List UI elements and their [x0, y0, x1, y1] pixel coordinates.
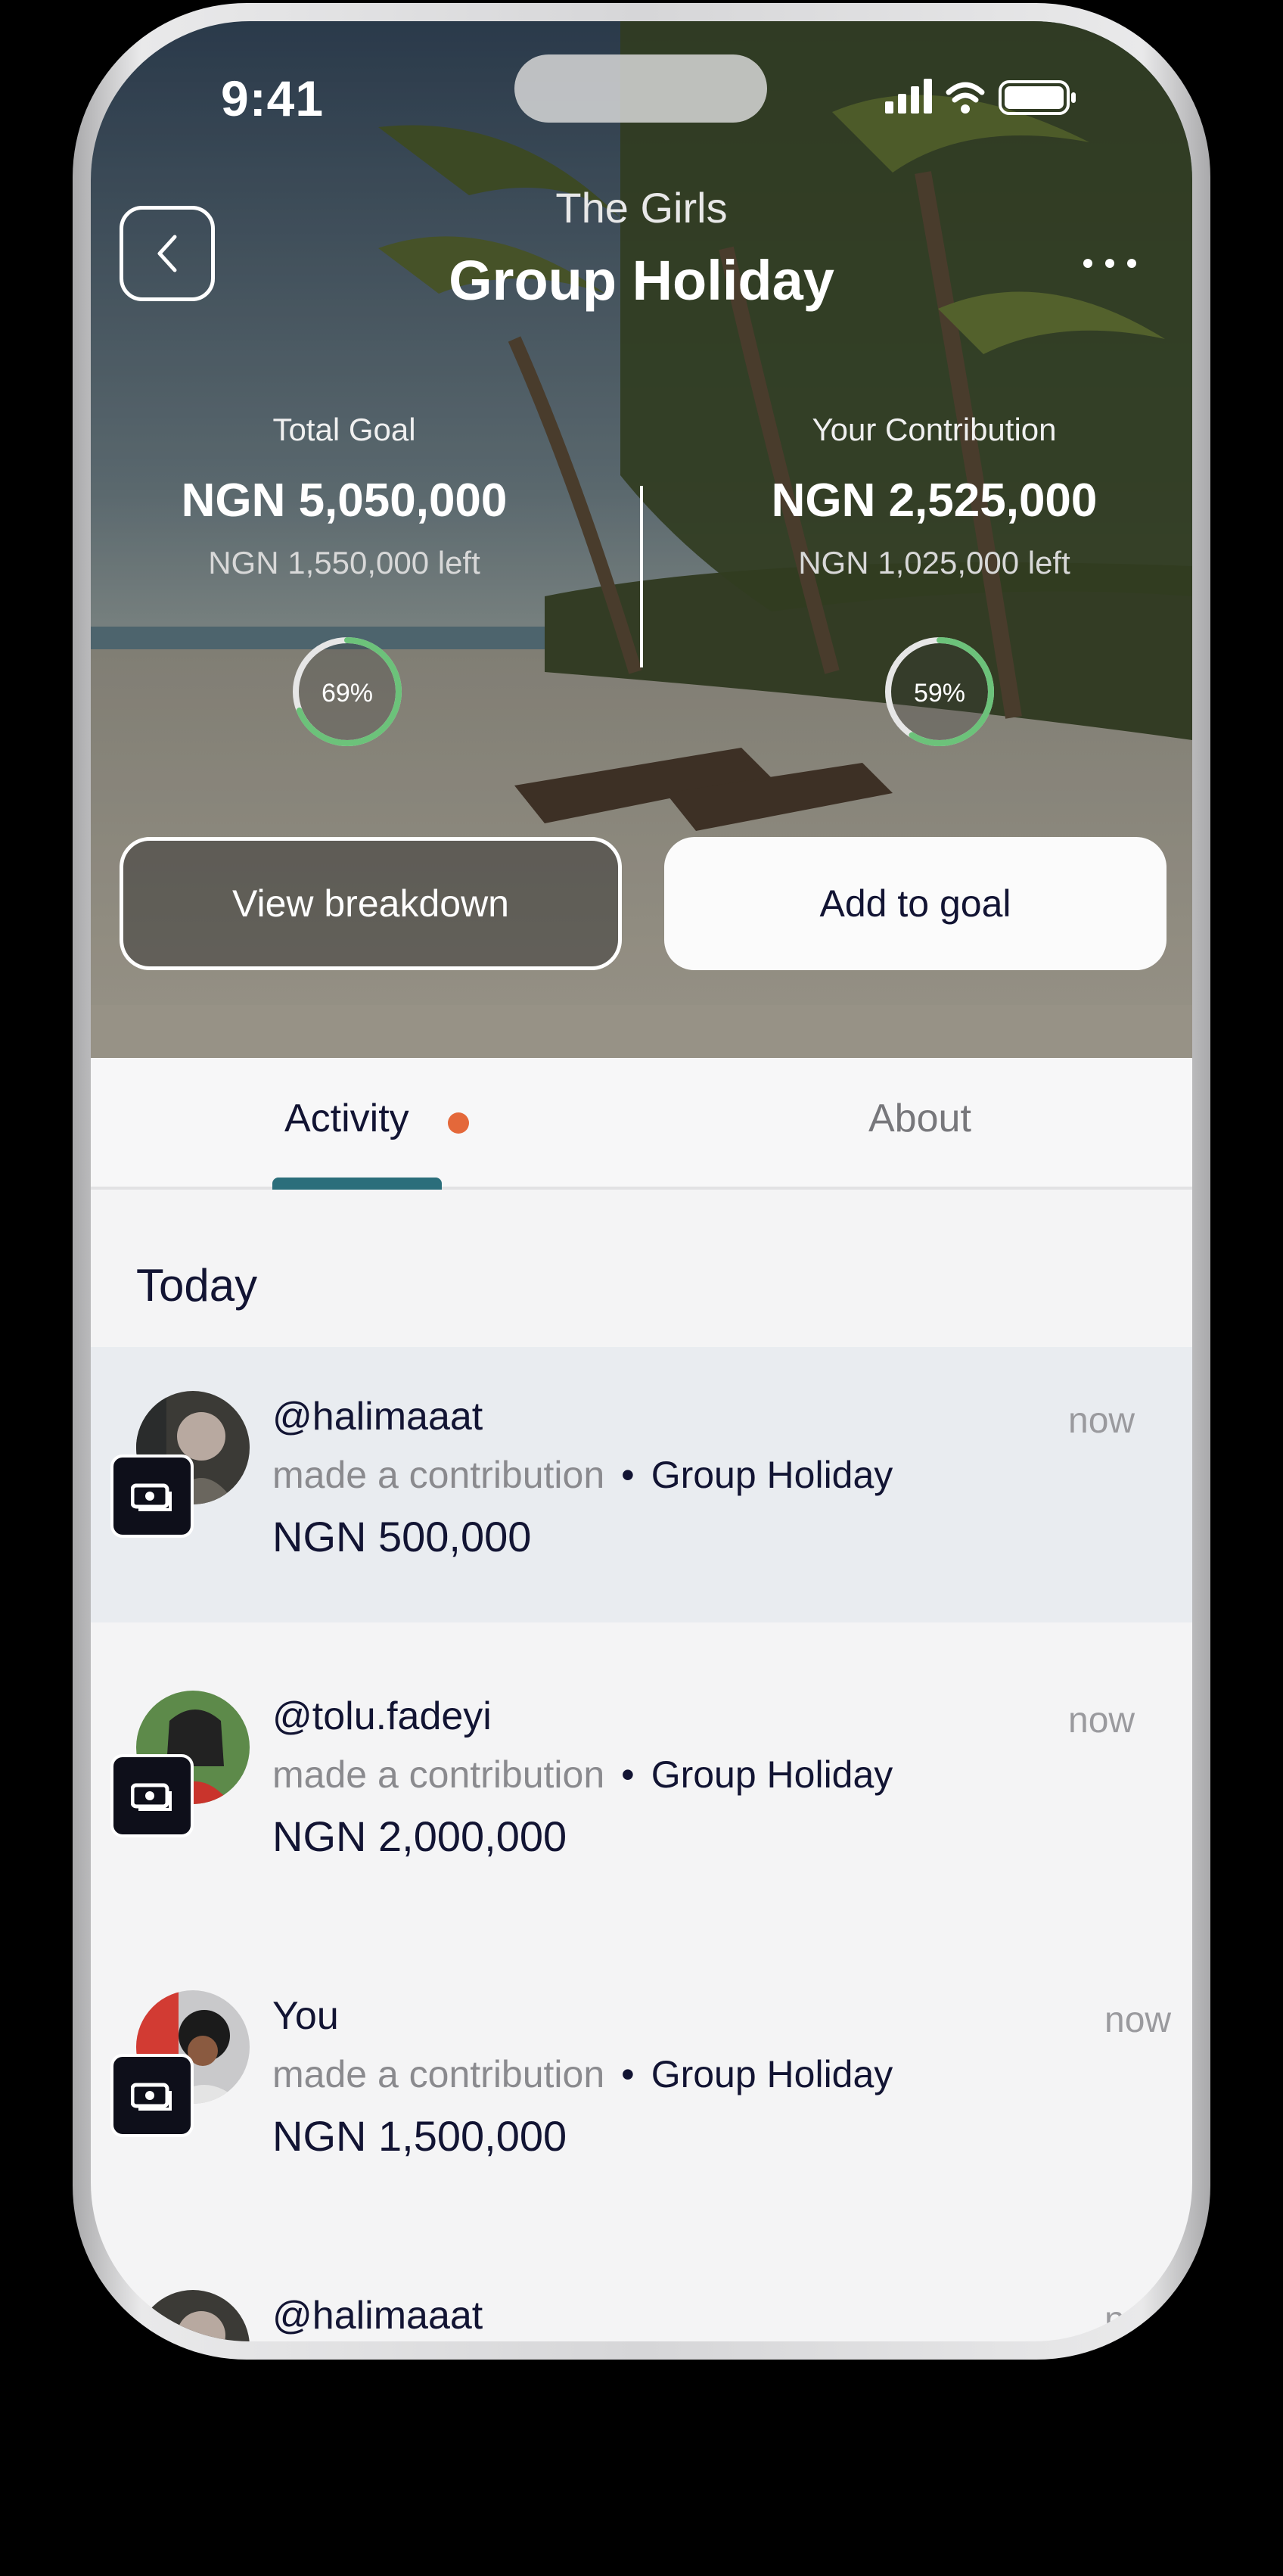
status-time: 9:41: [221, 70, 325, 126]
activity-username[interactable]: @halimaaat: [272, 2293, 483, 2338]
separator-dot: •: [621, 1454, 635, 1496]
status-icons: [885, 79, 1076, 115]
activity-username[interactable]: @tolu.fadeyi: [272, 1694, 492, 1739]
stats-divider: [640, 486, 643, 667]
signal-icon: [885, 79, 932, 114]
activity-goal-name: Group Holiday: [651, 1753, 893, 1796]
activity-amount: NGN 500,000: [272, 1513, 532, 1560]
activity-username[interactable]: You: [272, 1993, 339, 2039]
add-to-goal-button[interactable]: Add to goal: [664, 837, 1167, 970]
activity-item[interactable]: @halimaaat made a contribution • Group Hol…: [91, 1347, 1192, 1622]
group-name: The Girls: [555, 184, 728, 232]
tab-about[interactable]: About: [868, 1096, 971, 1141]
cash-icon: [131, 1483, 172, 1511]
activity-action: made a contribution: [272, 1753, 605, 1796]
status-bar: 9:41: [91, 21, 1192, 150]
activity-time: now: [1068, 1401, 1135, 1441]
hero-banner: 9:41 The Girls Group Holiday Total Goal …: [91, 21, 1192, 1058]
battery-icon: [999, 80, 1076, 115]
more-options-icon[interactable]: [1083, 248, 1136, 278]
your-contribution-remaining: NGN 1,025,000 left: [798, 545, 1070, 580]
activity-description: made a contribution • Group Holiday: [272, 1753, 893, 1797]
activity-description: made a contribution • Group Holiday: [272, 1453, 893, 1497]
total-goal-remaining: NGN 1,550,000 left: [208, 545, 480, 580]
cash-badge: [110, 2054, 194, 2137]
activity-username[interactable]: @halimaaat: [272, 1394, 483, 1439]
activity-time: now: [1068, 1700, 1135, 1741]
wifi-dot: [961, 104, 970, 114]
tab-bar: Activity About: [91, 1058, 1192, 1190]
view-breakdown-button[interactable]: View breakdown: [120, 837, 622, 970]
wifi-icon: [946, 82, 985, 103]
cash-icon: [131, 1783, 172, 1811]
goal-title: Group Holiday: [449, 249, 834, 312]
avatar: [136, 2290, 250, 2341]
your-contribution-amount: NGN 2,525,000: [771, 474, 1098, 527]
total-goal-progress-label: 69%: [322, 679, 373, 708]
activity-time: now: [1104, 2000, 1172, 2040]
separator-dot: •: [621, 1753, 635, 1796]
section-title-today: Today: [136, 1260, 258, 1311]
total-goal-amount: NGN 5,050,000: [181, 474, 508, 527]
app-screen: 9:41 The Girls Group Holiday Total Goal …: [91, 21, 1192, 2341]
cash-icon: [131, 2083, 172, 2111]
activity-description: made a contribution • Group Holiday: [272, 2052, 893, 2096]
activity-amount: NGN 1,500,000: [272, 2112, 567, 2160]
total-goal-progress-ring: 69%: [293, 637, 402, 746]
activity-item[interactable]: @halimaaat n: [91, 2246, 1192, 2341]
dynamic-island: [514, 54, 767, 123]
activity-notification-dot: [448, 1112, 469, 1134]
separator-dot: •: [621, 2053, 635, 2095]
your-contribution-progress-ring: 59%: [885, 637, 994, 746]
activity-time: n: [1104, 2300, 1125, 2340]
activity-goal-name: Group Holiday: [651, 1454, 893, 1496]
cash-badge: [110, 1454, 194, 1538]
activity-item[interactable]: @tolu.fadeyi made a contribution • Group H…: [91, 1647, 1192, 1922]
activity-goal-name: Group Holiday: [651, 2053, 893, 2095]
total-goal-label: Total Goal: [272, 412, 416, 447]
activity-item[interactable]: You made a contribution • Group Holiday NG…: [91, 1946, 1192, 2222]
active-tab-indicator: [272, 1178, 442, 1190]
activity-amount: NGN 2,000,000: [272, 1812, 567, 1860]
your-contribution-progress-label: 59%: [914, 679, 965, 708]
your-contribution-label: Your Contribution: [812, 412, 1057, 447]
activity-action: made a contribution: [272, 1454, 605, 1496]
tab-activity[interactable]: Activity: [284, 1096, 409, 1141]
cash-badge: [110, 1754, 194, 1837]
activity-action: made a contribution: [272, 2053, 605, 2095]
